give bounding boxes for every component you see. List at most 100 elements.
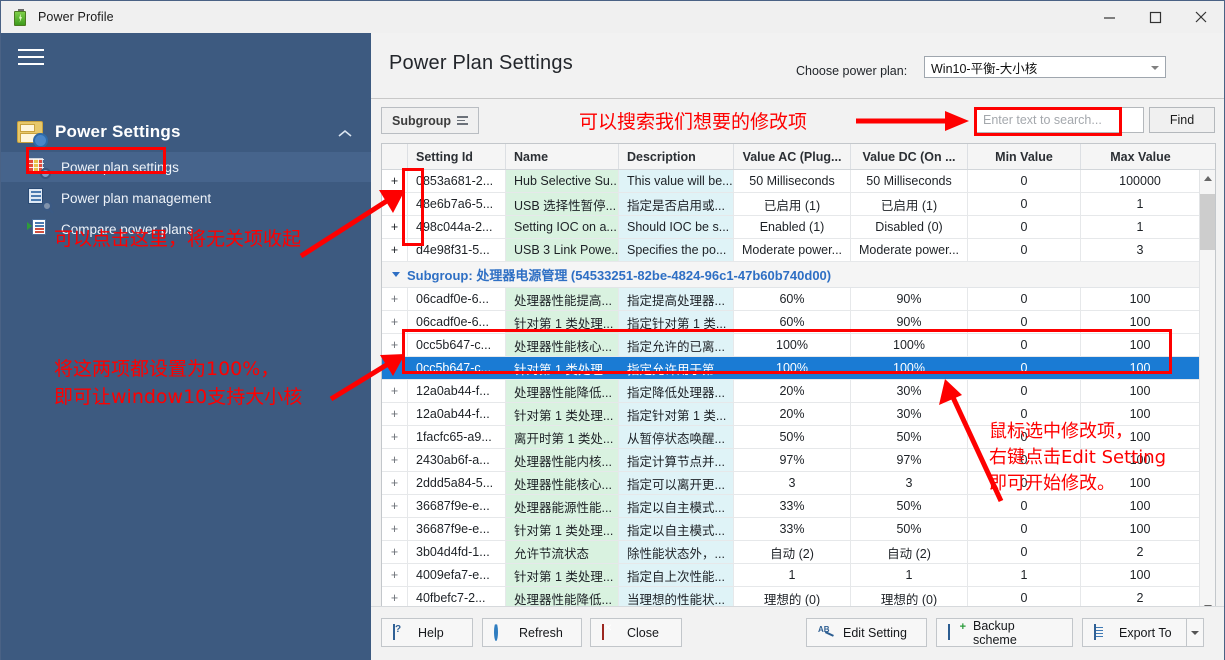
cell-min-value: 0: [968, 334, 1081, 356]
table-row[interactable]: +0cc5b647-c... 针对第 1 类处理... 指定允许用于第 ... 100…: [382, 357, 1215, 380]
row-expand-icon[interactable]: +: [382, 380, 408, 402]
minimize-icon[interactable]: [1086, 1, 1132, 33]
table-row[interactable]: +498c044a-2... Setting IOC on a... Should …: [382, 216, 1215, 239]
row-expand-icon[interactable]: +: [382, 334, 408, 356]
scrollbar-thumb[interactable]: [1200, 194, 1215, 250]
grid-header-value-dc[interactable]: Value DC (On ...: [851, 144, 968, 169]
caret-down-icon[interactable]: [392, 272, 400, 277]
export-to-button-label: Export To: [1119, 625, 1172, 640]
cell-setting-id: 498c044a-2...: [408, 216, 506, 238]
grid-vertical-scrollbar[interactable]: [1199, 170, 1215, 615]
cell-description: 指定允许的已离...: [619, 334, 734, 356]
refresh-button[interactable]: Refresh: [482, 618, 582, 647]
row-expand-icon[interactable]: +: [382, 311, 408, 333]
cell-name: USB 3 Link Powe...: [506, 239, 619, 261]
grid-header-max-value[interactable]: Max Value: [1081, 144, 1200, 169]
row-expand-icon[interactable]: +: [382, 216, 408, 238]
export-to-button[interactable]: Export To: [1082, 618, 1187, 647]
row-expand-icon[interactable]: +: [382, 495, 408, 517]
cell-description: 指定提高处理器...: [619, 288, 734, 310]
find-button[interactable]: Find: [1149, 107, 1215, 133]
table-row[interactable]: +2430ab6f-a... 处理器性能内核... 指定计算节点并... 97% 97%…: [382, 449, 1215, 472]
power-settings-icon: [17, 119, 48, 148]
grid-header-row: Setting Id Name Description Value AC (Pl…: [382, 144, 1215, 170]
table-row[interactable]: +12a0ab44-f... 针对第 1 类处理... 指定针对第 1 类... 20…: [382, 403, 1215, 426]
cell-name: 允许节流状态: [506, 541, 619, 563]
sidebar-item-power-plan-management[interactable]: Power plan management: [1, 183, 371, 213]
table-row[interactable]: +12a0ab44-f... 处理器性能降低... 指定降低处理器... 20% 30%…: [382, 380, 1215, 403]
application-window: Power Profile Power Settings Power plan …: [0, 0, 1225, 660]
grid-header-min-value[interactable]: Min Value: [968, 144, 1081, 169]
grid-toolbar: Subgroup Find: [371, 100, 1224, 143]
row-expand-icon[interactable]: +: [382, 193, 408, 215]
row-expand-icon[interactable]: +: [382, 518, 408, 540]
row-expand-icon[interactable]: +: [382, 239, 408, 261]
cell-value-ac: 33%: [734, 495, 851, 517]
scroll-up-icon[interactable]: [1200, 170, 1215, 187]
table-row[interactable]: +0853a681-2... Hub Selective Su... This va…: [382, 170, 1215, 193]
row-expand-icon[interactable]: +: [382, 357, 408, 379]
grid-body: +0853a681-2... Hub Selective Su... This va…: [382, 170, 1215, 615]
cell-name: 离开时第 1 类处...: [506, 426, 619, 448]
search-input[interactable]: [976, 107, 1144, 133]
maximize-icon[interactable]: [1132, 1, 1178, 33]
table-row[interactable]: +36687f9e-e... 针对第 1 类处理... 指定以自主模式... 33% 5…: [382, 518, 1215, 541]
cell-value-dc: 100%: [851, 357, 968, 379]
sidebar-item-compare-power-plans[interactable]: Compare power plans: [1, 214, 371, 244]
row-expand-icon[interactable]: +: [382, 426, 408, 448]
table-row[interactable]: +4009efa7-e... 针对第 1 类处理... 指定自上次性能... 1 1 1 1…: [382, 564, 1215, 587]
power-plan-select-value: Win10-平衡-大小核: [931, 61, 1038, 76]
table-row[interactable]: +06cadf0e-6... 处理器性能提高... 指定提高处理器... 60% 90%…: [382, 288, 1215, 311]
table-row[interactable]: +0cc5b647-c... 处理器性能核心... 指定允许的已离... 100% 10…: [382, 334, 1215, 357]
sidebar-group-power-settings[interactable]: Power Settings: [1, 111, 371, 153]
edit-setting-button[interactable]: AB Edit Setting: [806, 618, 927, 647]
power-plan-select[interactable]: Win10-平衡-大小核: [924, 56, 1166, 78]
cell-setting-id: 1facfc65-a9...: [408, 426, 506, 448]
table-row[interactable]: +2ddd5a84-5... 处理器性能核心... 指定可以离开更... 3 3 0 100: [382, 472, 1215, 495]
row-expand-icon[interactable]: +: [382, 564, 408, 586]
cell-min-value: 0: [968, 170, 1081, 192]
grid-header-name[interactable]: Name: [506, 144, 619, 169]
table-row[interactable]: +36687f9e-e... 处理器能源性能... 指定以自主模式... 33% 50%…: [382, 495, 1215, 518]
row-expand-icon[interactable]: +: [382, 288, 408, 310]
cell-value-ac: 3: [734, 472, 851, 494]
help-button[interactable]: Help: [381, 618, 473, 647]
cell-value-ac: 20%: [734, 403, 851, 425]
grid-header-value-ac[interactable]: Value AC (Plug...: [734, 144, 851, 169]
export-to-dropdown-arrow[interactable]: [1187, 618, 1204, 647]
cell-min-value: 0: [968, 495, 1081, 517]
cell-name: 针对第 1 类处理...: [506, 403, 619, 425]
power-plan-management-icon: [27, 188, 52, 211]
row-expand-icon[interactable]: +: [382, 472, 408, 494]
subgroup-button[interactable]: Subgroup: [381, 107, 480, 134]
table-row[interactable]: +06cadf0e-6... 针对第 1 类处理... 指定针对第 1 类... 60…: [382, 311, 1215, 334]
row-expand-icon[interactable]: +: [382, 403, 408, 425]
subgroup-header-row[interactable]: Subgroup: 处理器电源管理 (54533251-82be-4824-96…: [382, 262, 1215, 288]
cell-max-value: 100000: [1081, 170, 1200, 192]
row-expand-icon[interactable]: +: [382, 541, 408, 563]
subgroup-header-label: Subgroup: 处理器电源管理 (54533251-82be-4824-96…: [407, 268, 832, 283]
cell-value-ac: 33%: [734, 518, 851, 540]
grid-rows-bottom: +06cadf0e-6... 处理器性能提高... 指定提高处理器... 60% 90%…: [382, 288, 1215, 610]
cell-description: 指定针对第 1 类...: [619, 403, 734, 425]
row-expand-icon[interactable]: +: [382, 170, 408, 192]
chevron-up-icon[interactable]: [337, 126, 353, 144]
table-row[interactable]: +48e6b7a6-5... USB 选择性暂停... 指定是否启用或... 已启用 …: [382, 193, 1215, 216]
backup-scheme-button[interactable]: + Backup scheme: [936, 618, 1073, 647]
table-row[interactable]: +3b04d4fd-1... 允许节流状态 除性能状态外，... 自动 (2) 自动 (…: [382, 541, 1215, 564]
hamburger-icon[interactable]: [18, 47, 44, 67]
cell-description: 指定以自主模式...: [619, 495, 734, 517]
cell-value-dc: Moderate power...: [851, 239, 968, 261]
grid-header-description[interactable]: Description: [619, 144, 734, 169]
close-icon[interactable]: [1178, 1, 1224, 33]
compare-power-plans-icon: [27, 219, 49, 239]
table-row[interactable]: + d4e98f31-5... USB 3 Link Powe... Specifie…: [382, 239, 1215, 262]
cell-min-value: 0: [968, 403, 1081, 425]
sidebar-item-power-plan-settings[interactable]: Power plan settings: [1, 152, 371, 182]
close-button[interactable]: Close: [590, 618, 682, 647]
cell-value-dc: 50%: [851, 518, 968, 540]
row-expand-icon[interactable]: +: [382, 449, 408, 471]
table-row[interactable]: +1facfc65-a9... 离开时第 1 类处... 从暂停状态唤醒... 50%…: [382, 426, 1215, 449]
grid-header-setting-id[interactable]: Setting Id: [408, 144, 506, 169]
subgroup-button-label: Subgroup: [392, 113, 452, 128]
